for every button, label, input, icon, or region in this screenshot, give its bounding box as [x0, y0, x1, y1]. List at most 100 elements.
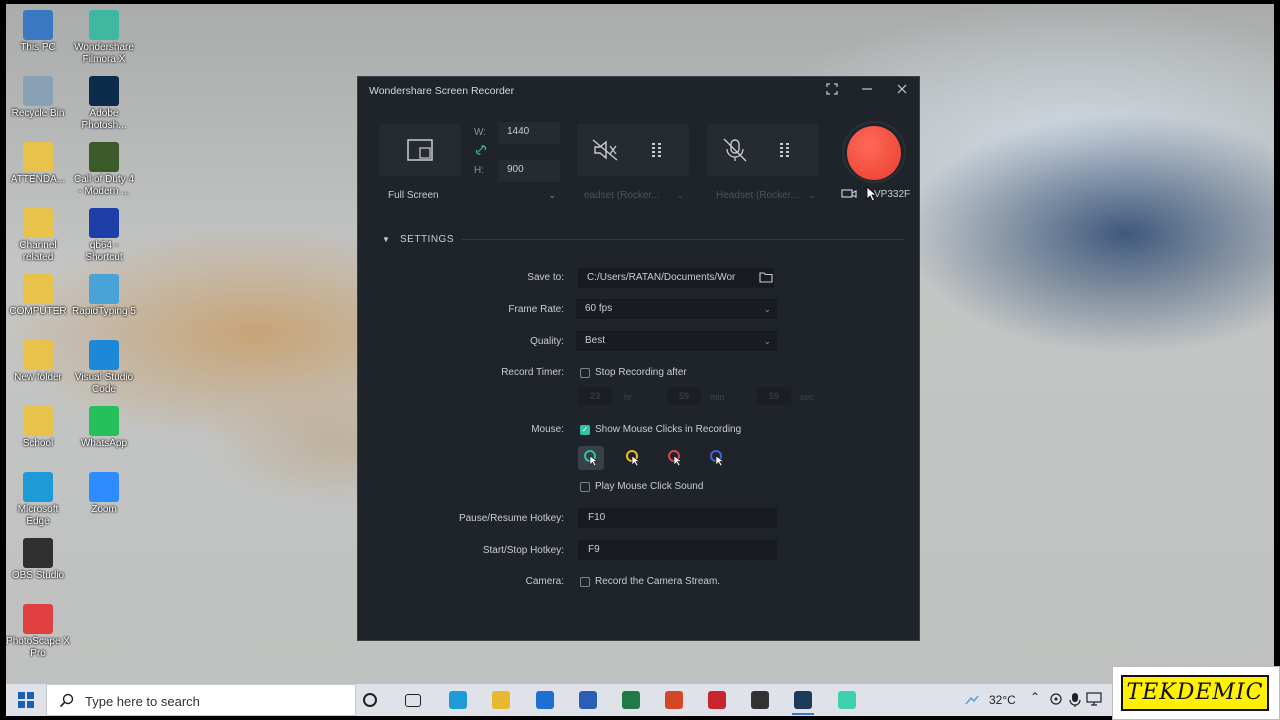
- height-input[interactable]: 900: [498, 160, 560, 182]
- desktop-icon[interactable]: Wondershare Filmora X: [72, 10, 136, 66]
- save-to-path-field[interactable]: C:/Users/RATAN/Documents/Wor: [578, 268, 774, 288]
- speaker-device-dropdown[interactable]: eadset (Rocker... ⌄: [584, 190, 688, 204]
- desktop-icon-label: This PC: [20, 42, 56, 53]
- task-view-icon[interactable]: [405, 694, 421, 707]
- record-timer-label: Record Timer:: [501, 367, 564, 378]
- show-mouse-clicks-checkbox[interactable]: ✓: [580, 425, 590, 435]
- chevron-down-icon: ⌄: [548, 190, 556, 200]
- cursor-style-option[interactable]: [620, 446, 646, 470]
- chevron-down-icon: ⌄: [763, 336, 771, 346]
- pause-hotkey-field[interactable]: F10: [578, 508, 777, 528]
- cursor-style-option[interactable]: [662, 446, 688, 470]
- qb64-icon: [89, 208, 119, 238]
- timer-minutes-input[interactable]: 59: [667, 387, 701, 405]
- minimize-icon[interactable]: [858, 82, 876, 100]
- this-pc-icon: [23, 10, 53, 40]
- folder-icon[interactable]: [759, 271, 773, 286]
- desktop-icon[interactable]: School: [6, 406, 70, 450]
- frame-rate-dropdown[interactable]: 60 fps ⌄: [576, 299, 777, 319]
- settings-header[interactable]: SETTINGS: [400, 234, 454, 245]
- cursor-style-option[interactable]: [578, 446, 604, 470]
- timer-hours-input[interactable]: 23: [578, 387, 612, 405]
- capture-mode-value: Full Screen: [388, 190, 439, 201]
- record-button[interactable]: [842, 121, 906, 183]
- mail-icon[interactable]: [536, 691, 554, 709]
- filmora-icon[interactable]: [838, 691, 856, 709]
- quality-label: Quality:: [530, 336, 564, 347]
- desktop-icon[interactable]: OBS Studio: [6, 538, 70, 582]
- desktop-icon-label: Visual Studio Code: [74, 372, 134, 395]
- edge-icon: [23, 472, 53, 502]
- system-audio-panel: [577, 124, 689, 176]
- microphone-tray-icon[interactable]: [1069, 692, 1081, 713]
- desktop-icon-label: PhotoScape X Pro: [6, 636, 70, 659]
- desktop-icon[interactable]: WhatsApp: [72, 406, 136, 450]
- stop-recording-checkbox[interactable]: [580, 368, 590, 378]
- audio-level-icon: [651, 141, 663, 162]
- width-input[interactable]: 1440: [498, 122, 560, 144]
- cursor-style-option[interactable]: [704, 446, 730, 470]
- desktop-icon[interactable]: This PC: [6, 10, 70, 54]
- screen-recorder-window: Wondershare Screen Recorder W: 1440 H: 9…: [357, 76, 920, 641]
- link-aspect-icon[interactable]: [475, 143, 487, 160]
- height-label: H:: [474, 165, 484, 176]
- desktop-icon[interactable]: COMPUTER: [6, 274, 70, 318]
- restore-icon[interactable]: [823, 82, 841, 100]
- desktop-icon[interactable]: New folder: [6, 340, 70, 384]
- desktop-icon[interactable]: Adobe Photosh...: [72, 76, 136, 132]
- desktop-icon[interactable]: Visual Studio Code: [72, 340, 136, 396]
- recorder-icon[interactable]: [792, 691, 814, 715]
- capture-mode-dropdown[interactable]: Full Screen ⌄: [388, 190, 560, 204]
- record-camera-checkbox[interactable]: [580, 577, 590, 587]
- desktop-icon-label: Wondershare Filmora X: [74, 42, 134, 65]
- desktop-icon-label: Adobe Photosh...: [81, 108, 127, 131]
- active-app-indicator: [792, 713, 814, 715]
- desktop-icon[interactable]: qb64 - Shortcut: [72, 208, 136, 264]
- network-tray-icon[interactable]: [964, 692, 980, 713]
- close-icon[interactable]: [893, 82, 911, 100]
- desktop-icon[interactable]: Microsoft Edge: [6, 472, 70, 528]
- search-icon: [59, 693, 75, 714]
- desktop-icon[interactable]: Recycle Bin: [6, 76, 70, 120]
- powerpoint-icon[interactable]: [665, 691, 683, 709]
- region-select-button[interactable]: [379, 124, 461, 176]
- window-title: Wondershare Screen Recorder: [369, 85, 515, 97]
- cortana-icon[interactable]: [363, 693, 377, 707]
- obs-icon[interactable]: [751, 691, 769, 709]
- timer-seconds-input[interactable]: 59: [757, 387, 791, 405]
- taskbar-search-box[interactable]: Type here to search: [46, 684, 356, 716]
- microphone-device-dropdown[interactable]: Headset (Rocker... ⌄: [716, 190, 820, 204]
- game-icon: [89, 142, 119, 172]
- desktop-icon-label: qb64 - Shortcut: [85, 240, 123, 263]
- watermark-text: TEKDEMIC: [1121, 675, 1269, 711]
- search-placeholder: Type here to search: [85, 694, 200, 709]
- desktop-icon-label: Channel related: [19, 240, 57, 263]
- meet-now-icon[interactable]: [1049, 692, 1063, 711]
- start-hotkey-field[interactable]: F9: [578, 540, 777, 560]
- excel-icon[interactable]: [622, 691, 640, 709]
- recycle-bin-icon: [23, 76, 53, 106]
- play-click-sound-checkbox[interactable]: [580, 482, 590, 492]
- desktop-icon[interactable]: RapidTyping 5: [72, 274, 136, 318]
- word-icon[interactable]: [579, 691, 597, 709]
- desktop-icon[interactable]: Zoom: [72, 472, 136, 516]
- file-explorer-icon[interactable]: [492, 691, 510, 709]
- click-cursor-icon: [710, 450, 725, 467]
- acrobat-icon[interactable]: [708, 691, 726, 709]
- edge-icon[interactable]: [449, 691, 467, 709]
- desktop-icon[interactable]: ATTENDA...: [6, 142, 70, 186]
- desktop-icon[interactable]: Call of Duty 4 - Modern ...: [72, 142, 136, 198]
- monitor-tray-icon[interactable]: [1086, 692, 1102, 711]
- desktop-icon[interactable]: PhotoScape X Pro: [6, 604, 70, 660]
- desktop-icon[interactable]: Channel related: [6, 208, 70, 264]
- click-cursor-icon: [584, 450, 599, 467]
- speaker-muted-icon[interactable]: [591, 138, 619, 165]
- rapidtyping-icon: [89, 274, 119, 304]
- microphone-muted-icon[interactable]: [721, 137, 749, 166]
- quality-dropdown[interactable]: Best ⌄: [576, 331, 777, 351]
- collapse-triangle-icon[interactable]: ▼: [382, 235, 390, 244]
- folder-icon: [23, 208, 53, 238]
- camera-device-icon[interactable]: [841, 187, 857, 204]
- windows-start-icon[interactable]: [18, 692, 34, 713]
- chevron-up-icon[interactable]: ⌃: [1030, 690, 1040, 704]
